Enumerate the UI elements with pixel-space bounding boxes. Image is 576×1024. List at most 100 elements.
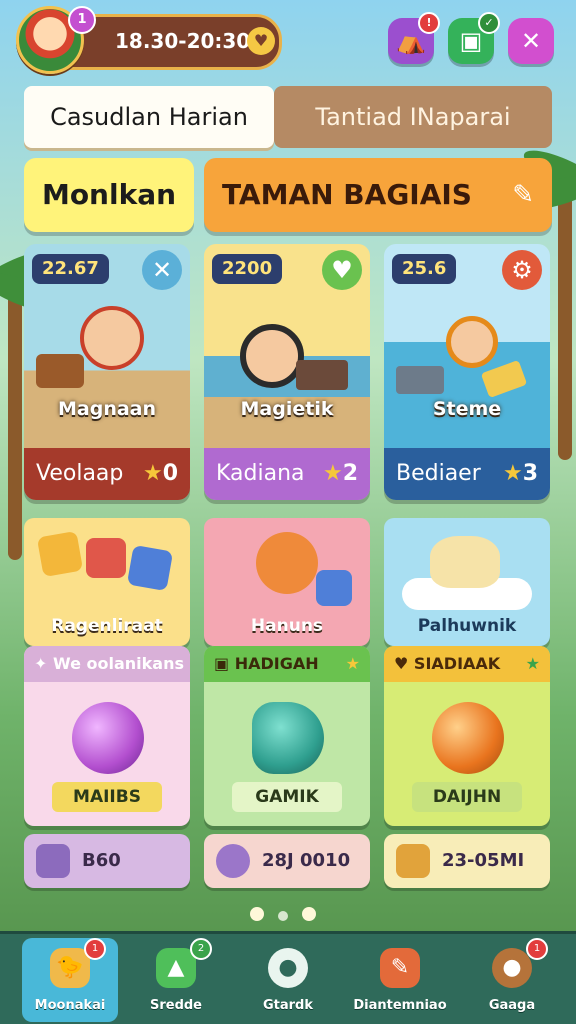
nav-badge: 2	[190, 938, 212, 960]
star-icon: ★	[525, 654, 540, 673]
reward-label: Ragenliraat	[51, 616, 163, 636]
event-timer: 18.30-20:30	[115, 29, 251, 53]
notification-dot: ✓	[478, 12, 500, 34]
offer-header: ▣ HADIGAH ★	[204, 646, 370, 682]
nav-item-sredde[interactable]: ▲ 2 Sredde	[128, 938, 224, 1022]
event-card-1[interactable]: 22.67 ✕ Magnaan Veolaap ★0	[24, 244, 190, 500]
card-footer: Bediaer ★3	[384, 448, 550, 500]
heart-icon[interactable]: ♥	[322, 250, 362, 290]
book-icon	[396, 366, 444, 394]
character-illustration	[240, 324, 304, 388]
price-button-3[interactable]: 23-05MI	[384, 834, 550, 888]
price-value: B60	[82, 850, 121, 871]
map-icon: ▲	[156, 948, 196, 988]
offer-title: We oolanikans	[52, 654, 184, 673]
card-footer-label: Veolaap	[36, 461, 124, 486]
card-footer-label: Bediaer	[396, 461, 481, 486]
event-card-3[interactable]: 25.6 ⚙ Steme Bediaer ★3	[384, 244, 550, 500]
offer-title: SIADIAAK	[413, 654, 501, 673]
offer-card-3[interactable]: ♥ SIADIAAK ★ DAIJHN	[384, 646, 550, 826]
nav-item-gaaga[interactable]: ● 1 Gaaga	[464, 938, 560, 1022]
card-score-chip: 22.67	[32, 254, 109, 284]
chest-icon: ▣	[214, 654, 230, 673]
gem-block-icon	[86, 538, 126, 578]
pencil-icon[interactable]: ✎	[512, 158, 534, 232]
offer-pill: DAIJHN	[412, 782, 522, 812]
price-button-2[interactable]: 28J 0010	[204, 834, 370, 888]
offer-header: ♥ SIADIAAK ★	[384, 646, 550, 682]
character-illustration	[80, 306, 144, 370]
card-footer: Veolaap ★0	[24, 448, 190, 500]
notification-dot: !	[418, 12, 440, 34]
offer-pill: MAIIBS	[52, 782, 162, 812]
offer-title: HADIGAH	[234, 654, 319, 673]
offer-pill: GAMIK	[232, 782, 342, 812]
fox-character-icon	[256, 532, 318, 594]
offer-card-2[interactable]: ▣ HADIGAH ★ GAMIK	[204, 646, 370, 826]
treasure-chest-icon	[36, 354, 84, 388]
nav-label: Gtardk	[262, 998, 314, 1013]
reward-card-2[interactable]: Hanuns	[204, 518, 370, 646]
task-board-icon: ✎	[380, 948, 420, 988]
scroll-icon	[36, 844, 70, 878]
star-count: ★0	[142, 461, 178, 486]
tab-other[interactable]: Tantiad INaparai	[274, 86, 552, 148]
nav-label: Moonakai	[34, 998, 106, 1013]
star-count: ★2	[322, 461, 358, 486]
nav-item-diantemniao[interactable]: ✎ Diantemniao	[352, 938, 448, 1022]
close-icon[interactable]: ✕	[142, 250, 182, 290]
top-bar: 18.30-20:30 ♥ 1 ⛺ ! ▣ ✓ ✕	[12, 6, 564, 74]
star-icon: ★	[345, 654, 360, 673]
avatar-notification-badge: 1	[68, 6, 96, 34]
section-title-left-label: Monlkan	[41, 178, 177, 211]
inbox-icon: ▣	[459, 27, 483, 55]
event-card-2[interactable]: 2200 ♥ Magietik Kadiana ★2	[204, 244, 370, 500]
tab-daily[interactable]: Casudlan Harian	[24, 86, 274, 148]
offer-card-1[interactable]: ✦ We oolanikans MAIIBS	[24, 646, 190, 826]
pet-character-icon	[430, 536, 500, 588]
reward-card-3[interactable]: Palhuwnik	[384, 518, 550, 646]
price-button-1[interactable]: B60	[24, 834, 190, 888]
star-icon: ★	[322, 461, 343, 486]
inbox-button[interactable]: ▣ ✓	[448, 12, 500, 64]
price-value: 28J 0010	[262, 850, 351, 871]
offer-header: ✦ We oolanikans	[24, 646, 190, 682]
nav-badge: 1	[526, 938, 548, 960]
card-name: Magnaan	[57, 398, 157, 420]
bottom-nav: 🐤 1 Moonakai ▲ 2 Sredde ● Gtardk ✎ Diant…	[0, 934, 576, 1024]
card-name: Magietik	[240, 398, 334, 420]
star-icon: ★	[502, 461, 523, 486]
gear-icon[interactable]: ⚙	[502, 250, 542, 290]
star-icon: ★	[142, 461, 163, 486]
book-icon	[296, 360, 348, 390]
close-button[interactable]: ✕	[508, 18, 554, 64]
reward-label: Hanuns	[250, 616, 324, 636]
green-horn-icon	[252, 702, 324, 774]
card-name: Steme	[432, 398, 502, 420]
heart-icon: ♥	[394, 654, 409, 673]
nav-item-gtardk[interactable]: ● Gtardk	[240, 938, 336, 1022]
nav-label: Gaaga	[488, 998, 536, 1013]
gear-token-icon	[216, 844, 250, 878]
section-title-right-label: TAMAN BAGIAIS	[222, 178, 472, 211]
tent-button[interactable]: ⛺ !	[388, 12, 440, 64]
purple-orb-icon	[72, 702, 144, 774]
page-dot[interactable]	[302, 907, 316, 921]
reward-card-1[interactable]: Ragenliraat	[24, 518, 190, 646]
section-title-left: Monlkan	[24, 158, 194, 232]
card-footer: Kadiana ★2	[204, 448, 370, 500]
page-dot[interactable]	[250, 907, 264, 921]
tab-bar: Casudlan Harian Tantiad INaparai	[24, 86, 552, 154]
gem-block-icon	[126, 544, 174, 592]
price-value: 23-05MI	[442, 850, 525, 871]
nav-item-moonakai[interactable]: 🐤 1 Moonakai	[22, 938, 118, 1022]
character-illustration	[446, 316, 498, 368]
star-count: ★3	[502, 461, 538, 486]
reward-label: Palhuwnik	[417, 616, 517, 636]
card-footer-label: Kadiana	[216, 461, 305, 486]
page-dot[interactable]	[278, 911, 288, 921]
gem-block-icon	[316, 570, 352, 606]
pagination-dots	[250, 906, 330, 924]
gem-block-icon	[36, 530, 84, 578]
bird-icon: 🐤	[50, 948, 90, 988]
